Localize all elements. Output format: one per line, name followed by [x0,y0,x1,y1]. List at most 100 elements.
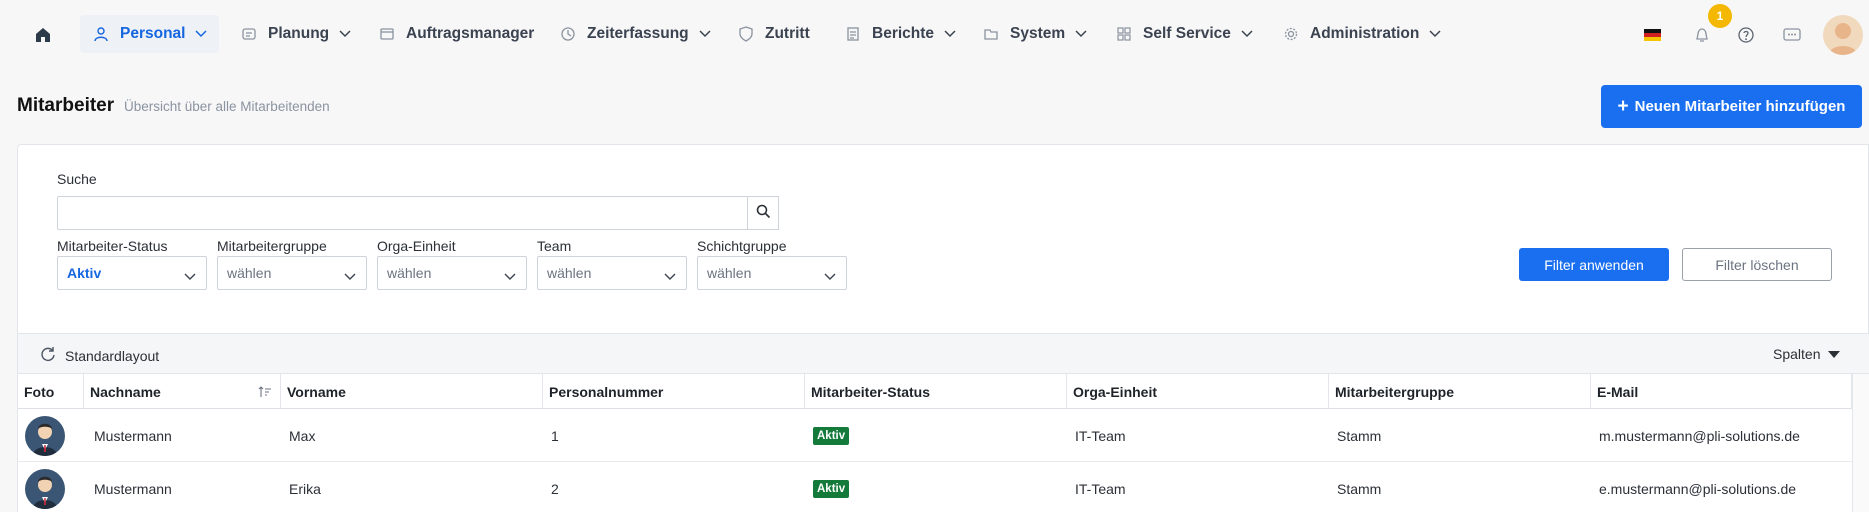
add-employee-label: Neuen Mitarbeiter hinzufügen [1634,98,1846,115]
gruppe-select[interactable]: wählen [217,256,367,290]
add-employee-button[interactable]: + Neuen Mitarbeiter hinzufügen [1601,85,1862,128]
sort-icon[interactable] [258,385,272,401]
cell-vorname: Erika [289,480,321,497]
cell-vorname: Max [289,427,316,444]
nav-label: Berichte [872,25,935,42]
nav-item-self-service[interactable]: Self Service [1103,15,1265,53]
cell-orga: IT-Team [1075,480,1126,497]
chevron-down-icon [339,28,351,40]
filter-label-team: Team [537,238,572,254]
search-label: Suche [57,171,97,187]
gear-icon [1282,25,1300,43]
nav-label: Zutritt [765,25,810,42]
cell-gruppe: Stamm [1337,480,1382,497]
schicht-select[interactable]: wählen [697,256,847,290]
caret-down-icon [1828,346,1841,362]
shield-icon [737,25,755,43]
folder-icon [982,25,1000,43]
nav-item-zutritt[interactable]: Zutritt [725,15,822,53]
nav-item-zeiterfassung[interactable]: Zeiterfassung [547,15,723,53]
nav-label: Self Service [1143,25,1231,42]
search-input[interactable] [57,196,779,230]
chevron-down-icon [664,268,676,284]
chevron-down-icon [1429,28,1441,40]
employee-photo [25,415,65,456]
column-header-foto[interactable]: Foto [18,374,84,409]
orga-select-value: wählen [387,265,432,281]
column-header-vorname[interactable]: Vorname [281,374,543,409]
nav-item-system[interactable]: System [970,15,1099,53]
nav-item-administration[interactable]: Administration [1270,15,1453,53]
status-select[interactable]: Aktiv [57,256,207,290]
nav-label: Administration [1310,25,1420,42]
status-select-value: Aktiv [67,265,102,281]
cell-orga: IT-Team [1075,427,1126,444]
photo-cell [18,462,84,512]
column-header-personalnummer[interactable]: Personalnummer [543,374,805,409]
help-icon[interactable] [1734,18,1758,52]
nav-label: Zeiterfassung [587,25,689,42]
filter-label-orga: Orga-Einheit [377,238,456,254]
team-select-value: wählen [547,265,592,281]
column-header-nachname-label: Nachname [90,383,161,400]
column-header-nachname[interactable]: Nachname [84,374,281,409]
vertical-scrollbar[interactable] [1852,374,1869,512]
chevron-down-icon [195,28,208,40]
orga-select[interactable]: wählen [377,256,527,290]
nav-item-auftragsmanager[interactable]: Auftragsmanager [366,15,546,53]
plus-icon: + [1617,95,1629,117]
users-icon [92,25,110,43]
column-header-email[interactable]: E-Mail [1591,374,1852,409]
window-icon [378,25,396,43]
nav-label: Auftragsmanager [406,25,535,42]
columns-label: Spalten [1773,346,1821,362]
gruppe-select-value: wählen [227,265,272,281]
nav-label: System [1010,25,1066,42]
planning-icon [240,25,258,43]
grid-icon [1115,25,1133,43]
nav-item-planung[interactable]: Planung [228,15,363,53]
chat-icon[interactable] [1779,18,1805,52]
column-header-gruppe[interactable]: Mitarbeitergruppe [1329,374,1591,409]
cell-email: e.mustermann@pli-solutions.de [1599,480,1797,497]
page-subtitle: Übersicht über alle Mitarbeitenden [124,99,330,114]
column-header-orga[interactable]: Orga-Einheit [1067,374,1329,409]
table-row[interactable]: Mustermann Max 1 Aktiv IT-Team Stamm m.m… [18,409,1852,462]
grid-toolbar: Standardlayout Spalten [18,333,1869,374]
nav-label: Personal [120,25,186,42]
user-avatar[interactable] [1823,15,1863,55]
clock-icon [559,25,577,43]
nav-item-berichte[interactable]: Berichte [832,15,968,53]
notification-badge: 1 [1708,4,1732,28]
language-flag-icon[interactable] [1640,18,1664,52]
clear-filter-button[interactable]: Filter löschen [1682,248,1832,281]
refresh-icon [39,345,57,366]
photo-cell [18,409,84,462]
chevron-down-icon [1075,28,1087,40]
columns-button[interactable]: Spalten [1773,346,1841,362]
schicht-select-value: wählen [707,265,752,281]
standard-layout-button[interactable]: Standardlayout [39,345,159,366]
cell-status: Aktiv [805,409,1067,462]
table-row[interactable]: Mustermann Erika 2 Aktiv IT-Team Stamm e… [18,462,1852,512]
chevron-down-icon [1241,28,1253,40]
status-badge: Aktiv [813,479,850,498]
column-header-status[interactable]: Mitarbeiter-Status [805,374,1067,409]
cell-personalnummer: 1 [551,427,559,444]
chevron-down-icon [699,28,711,40]
report-icon [844,25,862,43]
cell-status: Aktiv [805,462,1067,512]
cell-email: m.mustermann@pli-solutions.de [1599,427,1800,444]
search-icon [756,204,771,222]
cell-nachname: Mustermann [94,427,172,444]
nav-item-personal[interactable]: Personal [80,15,220,53]
cell-nachname: Mustermann [94,480,172,497]
chevron-down-icon [184,268,196,284]
cell-personalnummer: 2 [551,480,559,497]
home-icon[interactable] [32,24,54,46]
team-select[interactable]: wählen [537,256,687,290]
status-badge: Aktiv [813,426,850,445]
chevron-down-icon [824,268,836,284]
search-button[interactable] [747,196,779,230]
apply-filter-button[interactable]: Filter anwenden [1519,248,1669,281]
